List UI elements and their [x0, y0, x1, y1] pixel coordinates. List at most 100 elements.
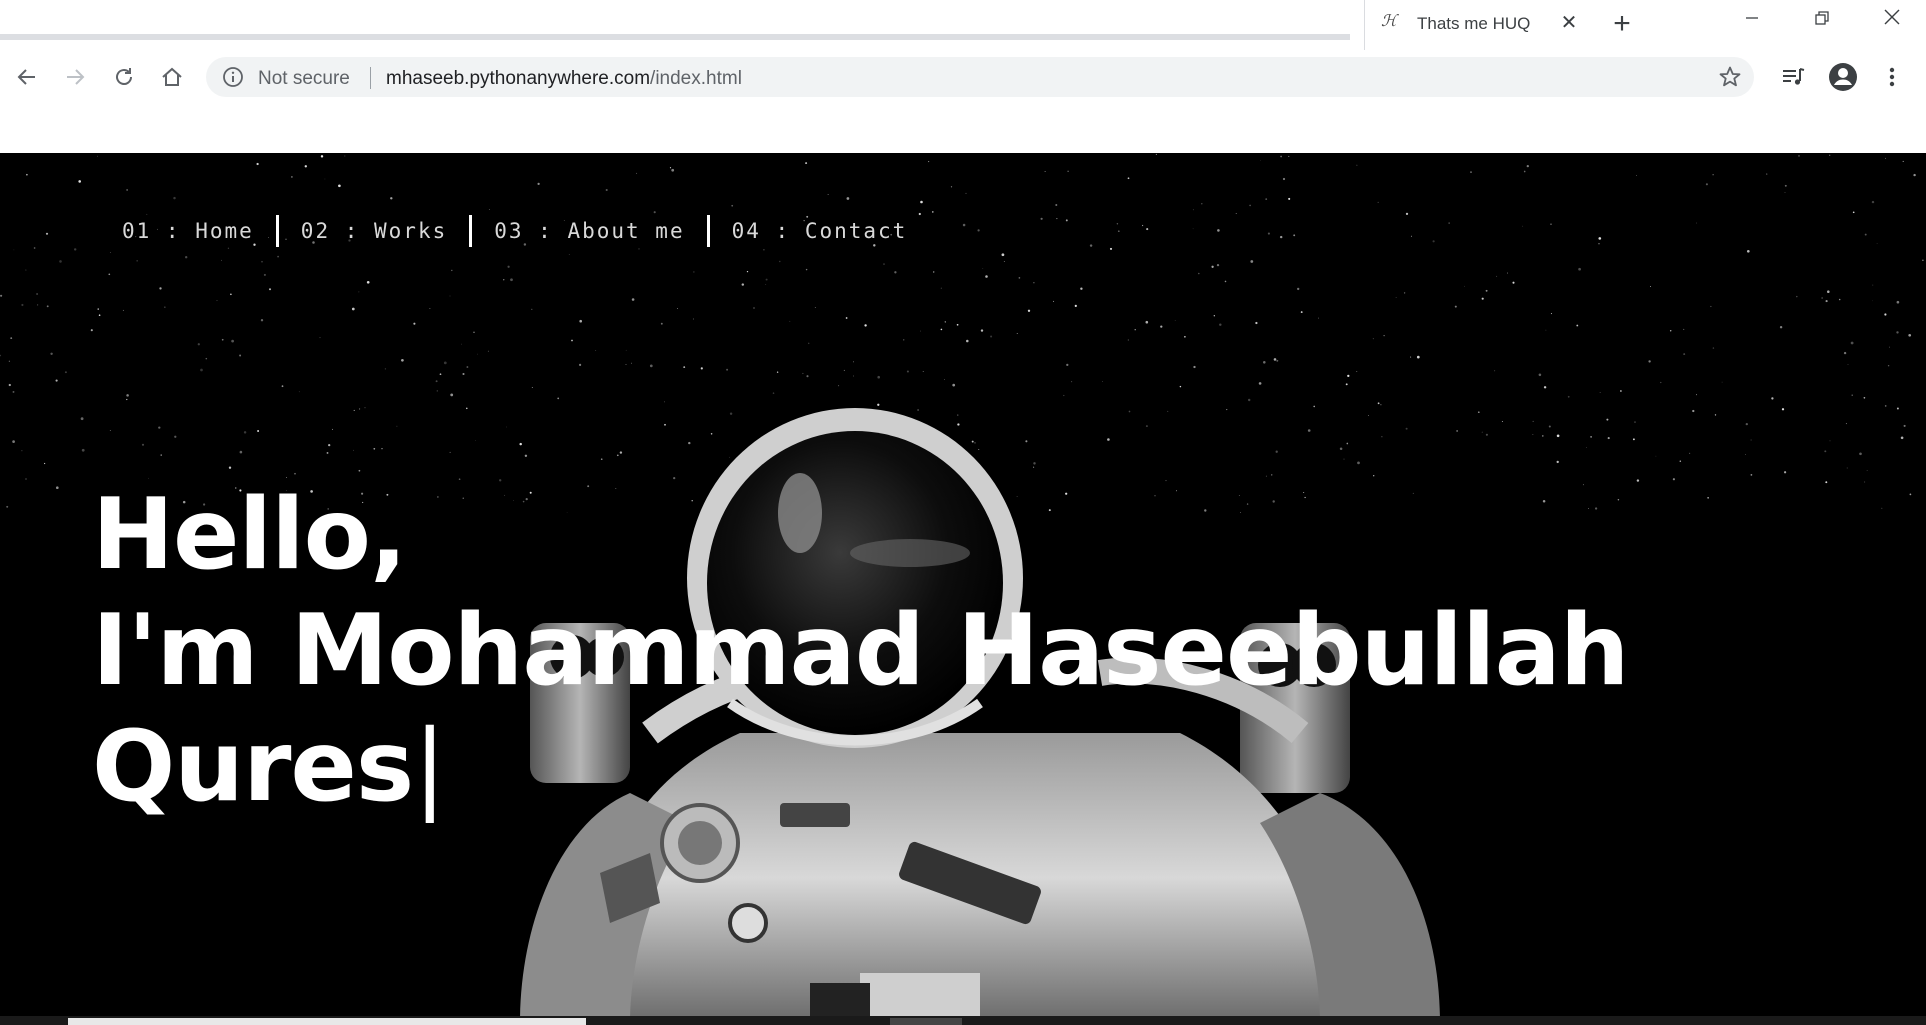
star: [1470, 171, 1472, 173]
url-text[interactable]: mhaseeb.pythonanywhere.com/index.html: [386, 68, 742, 90]
star: [239, 450, 243, 454]
star: [1512, 281, 1515, 284]
star: [1263, 361, 1266, 364]
security-label[interactable]: Not secure: [258, 68, 350, 90]
star: [677, 308, 678, 309]
star: [1779, 325, 1783, 329]
window-close-button[interactable]: [1864, 0, 1920, 40]
star: [660, 322, 663, 325]
media-control-button[interactable]: [1778, 61, 1810, 93]
star: [1850, 341, 1854, 345]
star: [98, 314, 101, 317]
star: [1620, 390, 1622, 392]
star: [571, 339, 573, 342]
star: [260, 319, 264, 322]
star: [263, 273, 266, 276]
star: [853, 375, 854, 377]
star: [358, 291, 360, 293]
star: [1018, 277, 1021, 279]
star: [228, 466, 232, 469]
star: [1523, 170, 1526, 173]
info-icon[interactable]: [222, 66, 244, 93]
star: [1192, 228, 1194, 230]
star: [1829, 440, 1831, 442]
star: [344, 155, 346, 157]
star: [1293, 234, 1296, 237]
star: [1636, 175, 1637, 176]
star: [1660, 381, 1662, 384]
tab-close-icon[interactable]: ✕: [1557, 11, 1581, 35]
reload-button[interactable]: [107, 60, 141, 94]
page-viewport: 01 : Home 02 : Works 03 : About me 04 : …: [0, 104, 1926, 1025]
star: [605, 188, 608, 192]
star: [1395, 297, 1397, 299]
nav-link-about[interactable]: 03 : About me: [472, 219, 706, 243]
star: [451, 269, 453, 272]
address-bar[interactable]: Not secure mhaseeb.pythonanywhere.com/in…: [206, 57, 1754, 97]
star: [1887, 365, 1890, 367]
star: [669, 167, 672, 169]
star: [1852, 211, 1855, 214]
nav-link-works[interactable]: 02 : Works: [279, 219, 469, 243]
star: [475, 439, 477, 441]
star: [503, 279, 505, 281]
forward-button[interactable]: [58, 60, 92, 94]
star: [1134, 329, 1136, 331]
star: [1184, 335, 1186, 338]
star: [1496, 275, 1498, 277]
star: [1721, 381, 1723, 383]
star: [1027, 309, 1031, 312]
scrollbar-thumb[interactable]: [68, 1018, 586, 1025]
star: [1217, 229, 1220, 232]
nav-link-home[interactable]: 01 : Home: [122, 219, 276, 243]
star: [962, 223, 966, 227]
star: [1585, 447, 1587, 448]
profile-button[interactable]: [1827, 61, 1859, 93]
star: [1127, 177, 1130, 180]
new-tab-button[interactable]: +: [1604, 8, 1640, 40]
browser-tab[interactable]: ℋ Thats me HUQ ✕: [1364, 0, 1590, 50]
home-button[interactable]: [155, 60, 189, 94]
headline-name: I'm Mohammad Haseebullah: [92, 593, 1629, 708]
star: [1318, 317, 1319, 319]
star: [1193, 365, 1196, 369]
star: [579, 363, 582, 366]
star: [1481, 431, 1483, 433]
star: [1902, 160, 1904, 162]
star: [281, 385, 284, 388]
bookmark-star-icon[interactable]: [1718, 65, 1742, 94]
minimize-button[interactable]: [1724, 0, 1780, 40]
star: [230, 293, 232, 296]
star: [1634, 421, 1636, 423]
star: [1796, 295, 1798, 298]
star: [853, 361, 854, 363]
star: [338, 184, 341, 188]
browser-menu-button[interactable]: [1876, 61, 1908, 93]
star: [1838, 298, 1841, 301]
star: [693, 271, 695, 273]
star: [1383, 334, 1385, 337]
star: [1494, 370, 1496, 372]
reload-icon: [116, 68, 132, 85]
star: [1160, 325, 1163, 328]
star: [692, 318, 694, 320]
star: [1746, 249, 1750, 253]
star: [221, 338, 224, 341]
star: [1532, 420, 1534, 422]
star: [320, 155, 324, 158]
star: [1550, 223, 1552, 225]
restore-button[interactable]: [1794, 0, 1850, 40]
headline-greeting: Hello,: [92, 477, 407, 592]
star: [64, 371, 67, 374]
star: [1710, 305, 1712, 308]
star: [413, 322, 416, 325]
star: [985, 275, 988, 278]
star: [763, 248, 765, 251]
star: [1784, 184, 1787, 187]
star: [401, 358, 404, 362]
star: [298, 391, 300, 393]
nav-link-contact[interactable]: 04 : Contact: [710, 219, 930, 243]
back-button[interactable]: [10, 60, 44, 94]
star: [1255, 321, 1258, 325]
star: [683, 366, 686, 369]
